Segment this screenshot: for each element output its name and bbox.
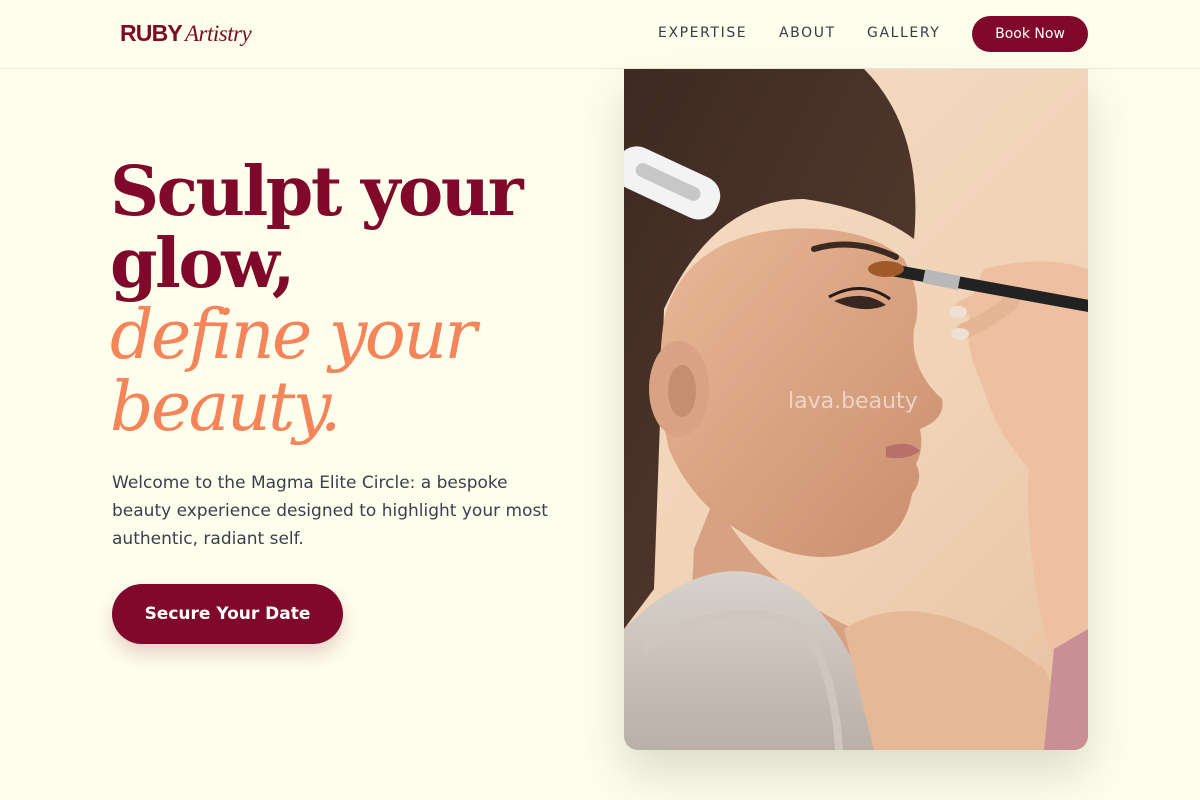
hero-headline: Sculpt your glow,	[110, 156, 524, 300]
accent-line-2: beauty.	[110, 368, 341, 447]
nav-link-gallery[interactable]: GALLERY	[867, 24, 940, 42]
brand-script: Artistry	[184, 21, 252, 46]
nav-link-expertise[interactable]: EXPERTISE	[658, 24, 747, 42]
hero-accent-headline: define your beauty.	[110, 300, 477, 447]
hero-photo: lava.beauty	[624, 69, 1088, 750]
brand-logo[interactable]: RUBY Artistry	[120, 19, 252, 50]
brand-name: RUBY	[120, 20, 183, 46]
secure-your-date-button[interactable]: Secure Your Date	[112, 584, 343, 644]
nav-link-about[interactable]: ABOUT	[779, 24, 836, 42]
headline-line-1: Sculpt your	[110, 152, 524, 232]
headline-line-2: glow,	[110, 224, 295, 304]
accent-line-1: define your	[110, 296, 477, 375]
image-watermark: lava.beauty	[788, 389, 918, 414]
site-header: RUBY Artistry EXPERTISE ABOUT GALLERY Boo…	[0, 0, 1200, 69]
book-now-button[interactable]: Book Now	[972, 16, 1088, 52]
hero-intro-text: Welcome to the Magma Elite Circle: a bes…	[112, 473, 548, 549]
